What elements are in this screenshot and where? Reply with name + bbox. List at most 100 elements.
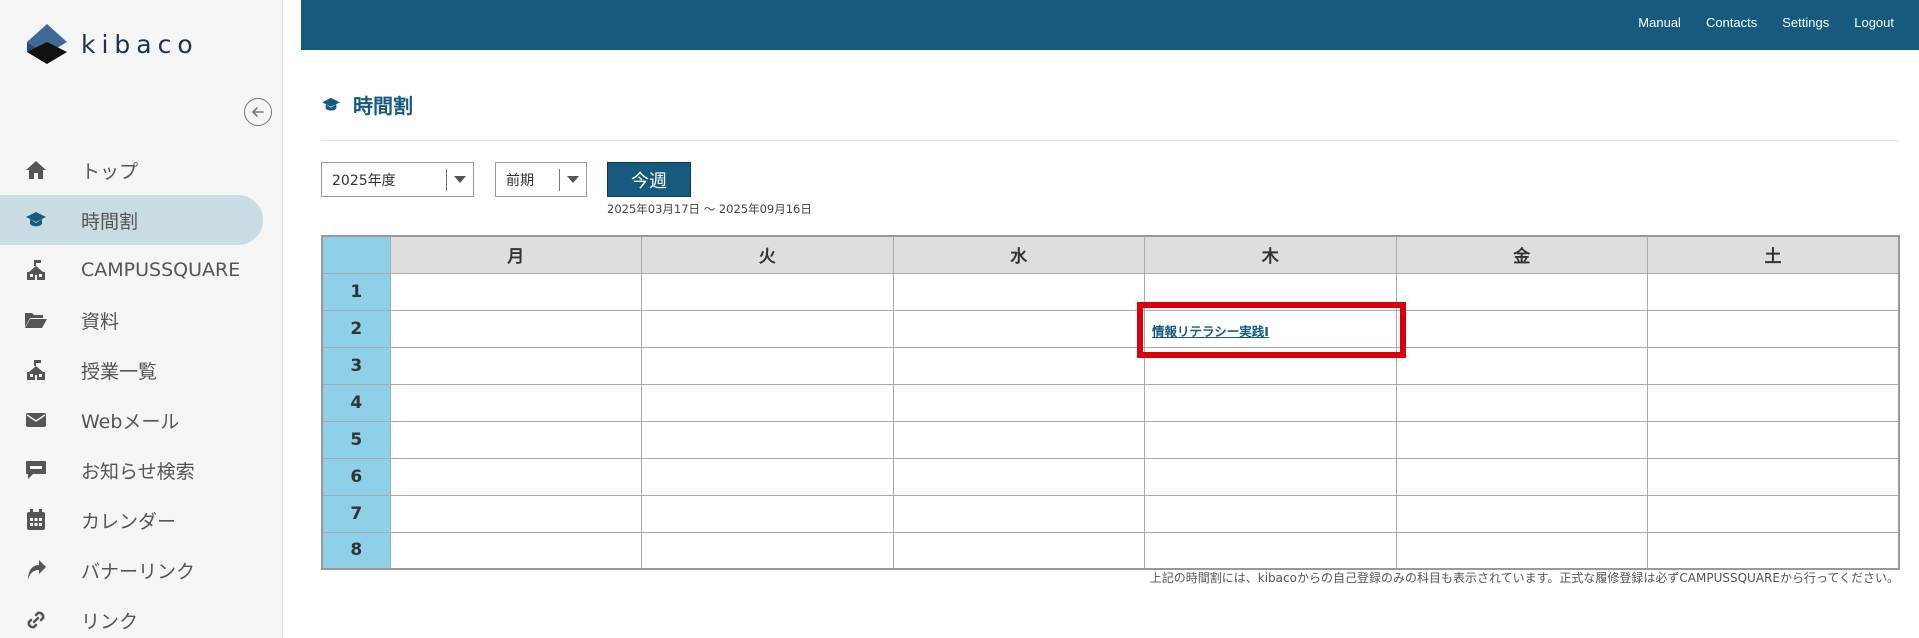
period-cell: 1 (321, 272, 391, 311)
timetable-cell[interactable] (641, 494, 894, 533)
timetable-cell[interactable] (892, 457, 1145, 496)
timetable-row: 6 (321, 457, 1900, 496)
timetable-cell[interactable] (1647, 272, 1900, 311)
timetable-cell[interactable] (389, 420, 642, 459)
sidebar-item-label: カレンダー (81, 510, 177, 533)
timetable-cell[interactable] (1395, 272, 1648, 311)
collapse-sidebar-button[interactable] (244, 98, 272, 126)
timetable-cell[interactable] (1647, 531, 1900, 570)
top-bar: Manual Contacts Settings Logout (301, 0, 1919, 50)
timetable-cell[interactable] (1395, 346, 1648, 385)
sidebar-item-banner-link[interactable]: バナーリンク (0, 545, 283, 595)
timetable-cell[interactable] (641, 457, 894, 496)
timetable-cell[interactable] (1395, 420, 1648, 459)
divider (321, 140, 1899, 141)
timetable-cell[interactable] (1395, 494, 1648, 533)
sidebar-item-label: CAMPUSSQUARE (81, 259, 241, 281)
timetable-cell[interactable] (641, 309, 894, 348)
chevron-down-icon (560, 175, 586, 184)
timetable-cell[interactable] (1144, 494, 1397, 533)
sidebar-item-webmail[interactable]: Webメール (0, 395, 283, 445)
timetable-cell[interactable] (1144, 420, 1397, 459)
timetable-body: 1 2 情報リテラシー実践Ⅰ 3 4 5 6 7 8 (321, 272, 1900, 570)
timetable-cell[interactable] (1395, 457, 1648, 496)
footnote: 上記の時間割には、kibacoからの自己登録のみの科目も表示されています。正式な… (1149, 571, 1899, 585)
sidebar-item-timetable[interactable]: 時間割 (0, 195, 263, 245)
timetable-cell[interactable] (892, 346, 1145, 385)
term-select[interactable]: 前期 (495, 162, 587, 197)
timetable-cell[interactable] (1144, 383, 1397, 422)
timetable-cell[interactable] (1395, 531, 1648, 570)
timetable-cell[interactable] (892, 494, 1145, 533)
timetable-cell[interactable] (389, 531, 642, 570)
timetable-cell[interactable] (641, 383, 894, 422)
sidebar-item-links[interactable]: リンク (0, 595, 283, 638)
link-icon (24, 608, 48, 632)
timetable-cell[interactable] (1647, 420, 1900, 459)
period-cell: 5 (321, 420, 391, 459)
sidebar-nav: トップ 時間割 CAMPUSSQUARE 資料 授業一覧 Webメール お知らせ… (0, 145, 283, 638)
sidebar-item-label: バナーリンク (81, 560, 196, 583)
timetable-cell[interactable] (1647, 457, 1900, 496)
timetable-cell[interactable] (892, 383, 1145, 422)
timetable-cell[interactable] (892, 420, 1145, 459)
graduation-cap-icon (322, 97, 340, 111)
timetable-cell[interactable] (389, 457, 642, 496)
timetable-cell[interactable] (641, 346, 894, 385)
timetable-row: 4 (321, 383, 1900, 422)
page-header: 時間割 (321, 90, 413, 119)
timetable-cell[interactable]: 情報リテラシー実践Ⅰ (1144, 309, 1397, 348)
timetable-cell[interactable] (389, 272, 642, 311)
sidebar-item-course-list[interactable]: 授業一覧 (0, 345, 283, 395)
timetable-cell[interactable] (389, 309, 642, 348)
period-cell: 8 (321, 531, 391, 570)
timetable-cell[interactable] (1647, 309, 1900, 348)
timetable-cell[interactable] (1144, 531, 1397, 570)
logout-link[interactable]: Logout (1854, 15, 1894, 30)
timetable-cell[interactable] (641, 531, 894, 570)
timetable-cell[interactable] (1395, 309, 1648, 348)
sidebar-item-campussquare[interactable]: CAMPUSSQUARE (0, 245, 283, 295)
timetable: 月 火 水 木 金 土 1 2 情報リテラシー実践Ⅰ 3 4 5 6 7 8 (321, 235, 1900, 570)
timetable-cell[interactable] (1647, 494, 1900, 533)
sidebar-item-top[interactable]: トップ (0, 145, 283, 195)
timetable-cell[interactable] (641, 272, 894, 311)
folder-open-icon (24, 308, 48, 332)
timetable-cell[interactable] (389, 383, 642, 422)
course-link[interactable]: 情報リテラシー実践Ⅰ (1152, 321, 1269, 340)
timetable-cell[interactable] (1144, 346, 1397, 385)
timetable-cell[interactable] (892, 531, 1145, 570)
timetable-cell[interactable] (1144, 457, 1397, 496)
timetable-row: 8 (321, 531, 1900, 570)
timetable-cell[interactable] (1395, 383, 1648, 422)
timetable-cell[interactable] (641, 420, 894, 459)
period-cell: 3 (321, 346, 391, 385)
arrow-left-icon (252, 107, 264, 117)
year-select[interactable]: 2025年度 (321, 162, 474, 197)
manual-link[interactable]: Manual (1638, 15, 1681, 30)
timetable-cell[interactable] (892, 309, 1145, 348)
timetable-row: 3 (321, 346, 1900, 385)
timetable-cell[interactable] (1647, 383, 1900, 422)
logo[interactable]: kibaco (27, 24, 199, 64)
contacts-link[interactable]: Contacts (1706, 15, 1757, 30)
sidebar-item-materials[interactable]: 資料 (0, 295, 283, 345)
year-select-value: 2025年度 (332, 172, 396, 189)
timetable-cell[interactable] (389, 494, 642, 533)
timetable-cell[interactable] (389, 346, 642, 385)
timetable-cell[interactable] (892, 272, 1145, 311)
sidebar-item-calendar[interactable]: カレンダー (0, 495, 283, 545)
sidebar-item-notice-search[interactable]: お知らせ検索 (0, 445, 283, 495)
this-week-button[interactable]: 今週 (607, 162, 691, 197)
day-header-mon: 月 (389, 235, 642, 274)
period-cell: 4 (321, 383, 391, 422)
sidebar-item-label: お知らせ検索 (81, 460, 195, 483)
timetable-cell[interactable] (1647, 346, 1900, 385)
timetable-cell[interactable] (1144, 272, 1397, 311)
term-select-value: 前期 (506, 172, 534, 189)
settings-link[interactable]: Settings (1782, 15, 1829, 30)
top-nav: Manual Contacts Settings Logout (1638, 0, 1894, 44)
info-chat-icon (24, 458, 48, 482)
envelope-icon (24, 408, 48, 432)
chevron-down-icon (447, 175, 473, 184)
